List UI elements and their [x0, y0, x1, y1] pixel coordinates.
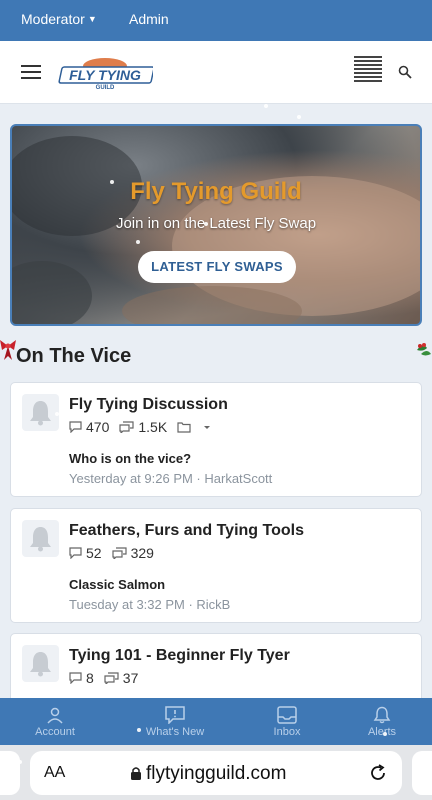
hero-banner: Fly Tying Guild Join in on the Latest Fl…	[10, 124, 422, 326]
section-title: On The Vice	[16, 345, 132, 367]
top-bar: Moderator ▼ Admin	[0, 0, 432, 41]
forum-stats: 8 37	[69, 670, 148, 686]
nav-label: Inbox	[273, 726, 301, 738]
nav-label: Account	[35, 726, 75, 738]
forum-card[interactable]: Fly Tying Discussion 470 1.5K Who is on …	[10, 382, 422, 497]
comment-icon	[69, 672, 82, 684]
snowflake	[268, 95, 272, 99]
forum-bell-icon	[22, 645, 59, 682]
inbox-icon	[277, 706, 297, 724]
search-icon[interactable]	[398, 65, 412, 79]
messages-stat: 1.5K	[119, 419, 167, 435]
threads-count: 52	[86, 545, 102, 561]
threads-stat: 52	[69, 545, 102, 561]
comment-icon	[69, 547, 82, 559]
banner-subtitle: Join in on the Latest Fly Swap	[115, 215, 317, 232]
moderator-label: Moderator	[21, 11, 85, 27]
browser-bar: AA flytyingguild.com	[0, 745, 432, 800]
hamburger-menu-icon[interactable]	[21, 65, 41, 79]
whats-new-icon	[165, 706, 185, 724]
latest-thread-title[interactable]: Who is on the vice?	[69, 451, 191, 466]
next-tab-edge[interactable]	[412, 751, 432, 795]
snowflake	[18, 760, 22, 764]
logo-subtext: GUILD	[96, 85, 115, 91]
folder-icon[interactable]	[177, 421, 191, 433]
site-logo[interactable]: FLY TYING GUILD	[57, 54, 153, 92]
holly-icon	[417, 343, 431, 356]
forum-title[interactable]: Fly Tying Discussion	[69, 396, 228, 414]
snowflake	[358, 462, 362, 466]
reader-aa-button[interactable]: AA	[44, 764, 65, 782]
user-icon	[47, 707, 63, 724]
chevron-down-icon[interactable]	[201, 421, 213, 433]
threads-count: 470	[86, 419, 110, 435]
reload-icon[interactable]	[368, 763, 388, 783]
forum-title[interactable]: Tying 101 - Beginner Fly Tyer	[69, 647, 290, 665]
comment-icon	[69, 421, 82, 433]
bottom-nav: Account What's New Inbox Alerts	[0, 698, 432, 745]
messages-count: 329	[130, 545, 154, 561]
comments-icon	[119, 421, 134, 433]
snowflake	[204, 222, 208, 226]
site-header: FLY TYING GUILD	[0, 41, 432, 104]
snowflake	[137, 728, 141, 732]
threads-stat: 470	[69, 419, 109, 435]
threads-count: 8	[86, 670, 94, 686]
messages-count: 1.5K	[138, 419, 168, 435]
snowflake	[300, 688, 304, 692]
snowflake	[136, 240, 140, 244]
latest-thread-title[interactable]: Classic Salmon	[69, 577, 165, 592]
forum-stats: 52 329	[69, 545, 164, 561]
comments-icon	[104, 672, 119, 684]
snowflake	[383, 732, 387, 736]
nav-label: What's New	[145, 726, 205, 738]
forum-card[interactable]: Feathers, Furs and Tying Tools 52 329 Cl…	[10, 508, 422, 623]
forum-bell-icon	[22, 520, 59, 557]
messages-stat: 329	[111, 545, 154, 561]
christmas-bow-icon	[0, 340, 16, 360]
snowflake	[264, 104, 268, 108]
nav-alerts[interactable]: Alerts	[332, 698, 432, 745]
latest-thread-meta: Tuesday at 3:32 PM · RickB	[69, 597, 231, 612]
url-text[interactable]: flytyingguild.com	[146, 763, 286, 785]
latest-fly-swaps-button[interactable]: LATEST FLY SWAPS	[138, 251, 296, 283]
messages-count: 37	[122, 670, 139, 686]
logo-text: FLY TYING	[69, 67, 141, 83]
forum-stats: 470 1.5K	[69, 419, 217, 435]
nav-account[interactable]: Account	[5, 698, 105, 745]
lock-icon	[131, 767, 141, 780]
snowflake	[110, 180, 114, 184]
nav-label: Alerts	[367, 726, 397, 738]
latest-thread-meta: Yesterday at 9:26 PM · HarkatScott	[69, 471, 273, 486]
threads-stat: 8	[69, 670, 94, 686]
snowflake	[297, 115, 301, 119]
bell-icon	[373, 706, 391, 724]
moderator-menu[interactable]: Moderator ▼	[21, 11, 97, 27]
address-bar[interactable]: AA flytyingguild.com	[30, 751, 402, 795]
nav-inbox[interactable]: Inbox	[237, 698, 337, 745]
messages-stat: 37	[104, 670, 139, 686]
forum-bell-icon	[22, 394, 59, 431]
banner-title: Fly Tying Guild	[130, 178, 302, 205]
forum-title[interactable]: Feathers, Furs and Tying Tools	[69, 522, 304, 540]
stack-list-icon[interactable]	[354, 56, 382, 86]
prev-tab-edge[interactable]	[0, 751, 20, 795]
snowflake	[55, 412, 59, 416]
nav-whats-new[interactable]: What's New	[125, 698, 225, 745]
comments-icon	[111, 547, 127, 559]
admin-link[interactable]: Admin	[129, 11, 169, 27]
caret-down-icon: ▼	[87, 14, 97, 24]
